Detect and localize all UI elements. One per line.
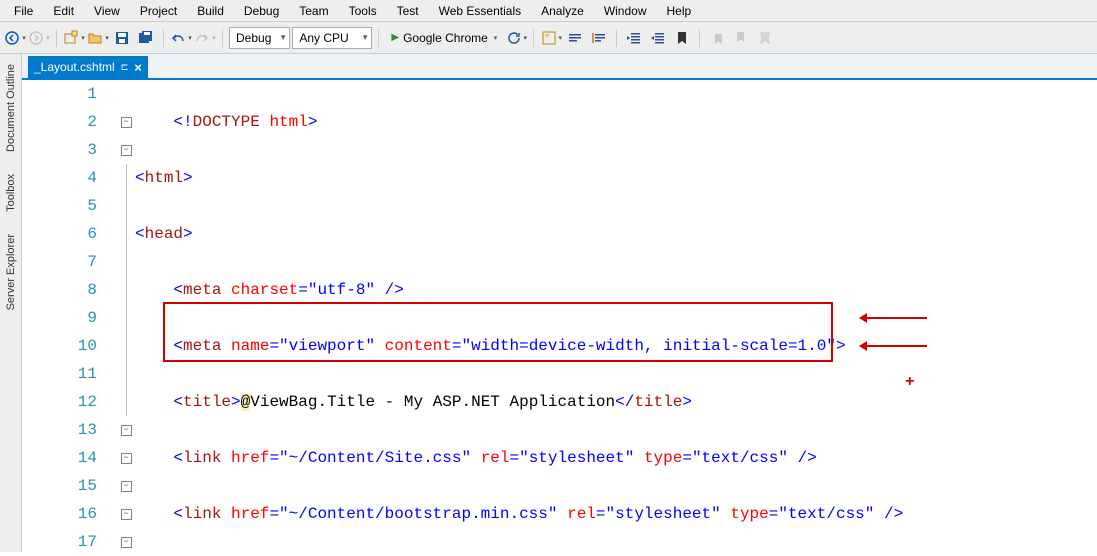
browser-link-refresh-button[interactable]: ▾: [505, 27, 527, 49]
nav-back-button[interactable]: ▾: [4, 27, 26, 49]
solution-config-combo[interactable]: Debug: [229, 27, 290, 49]
menu-window[interactable]: Window: [594, 1, 657, 21]
line-number: 14: [22, 444, 97, 472]
prev-bookmark-button[interactable]: [706, 27, 728, 49]
save-button[interactable]: [111, 27, 133, 49]
menu-analyze[interactable]: Analyze: [531, 1, 594, 21]
menu-web-essentials[interactable]: Web Essentials: [429, 1, 531, 21]
line-number: 4: [22, 164, 97, 192]
side-tab-document-outline[interactable]: Document Outline: [3, 58, 19, 158]
line-number-gutter: 1 2 3 4 5 6 7 8 9 10 11 12 13 14 15 16 1…: [22, 80, 117, 552]
close-icon[interactable]: ×: [134, 60, 142, 75]
pin-icon[interactable]: ⊏: [121, 62, 129, 73]
line-number: 5: [22, 192, 97, 220]
comment-button[interactable]: [564, 27, 586, 49]
run-target-label: Google Chrome: [403, 31, 488, 45]
line-number: 16: [22, 500, 97, 528]
line-number: 2: [22, 108, 97, 136]
line-number: 12: [22, 388, 97, 416]
menu-team[interactable]: Team: [289, 1, 338, 21]
document-tab-well: _Layout.cshtml ⊏ ×: [22, 54, 1097, 78]
fold-toggle-icon[interactable]: −: [121, 117, 132, 128]
open-file-button[interactable]: ▾: [87, 27, 109, 49]
menu-build[interactable]: Build: [187, 1, 234, 21]
separator: [533, 29, 534, 47]
side-tab-toolbox[interactable]: Toolbox: [3, 168, 19, 218]
line-number: 6: [22, 220, 97, 248]
menu-view[interactable]: View: [84, 1, 130, 21]
line-number: 13: [22, 416, 97, 444]
separator: [699, 29, 700, 47]
line-number: 8: [22, 276, 97, 304]
line-number: 9: [22, 304, 97, 332]
separator: [222, 29, 223, 47]
menu-help[interactable]: Help: [657, 1, 702, 21]
file-tab-active[interactable]: _Layout.cshtml ⊏ ×: [28, 56, 148, 78]
side-tool-tabs: Document Outline Toolbox Server Explorer: [0, 54, 22, 552]
new-inline-button[interactable]: ▾: [540, 27, 562, 49]
nav-forward-button[interactable]: ▾: [28, 27, 50, 49]
menu-tools[interactable]: Tools: [339, 1, 387, 21]
menu-edit[interactable]: Edit: [43, 1, 84, 21]
menu-debug[interactable]: Debug: [234, 1, 289, 21]
side-tab-server-explorer[interactable]: Server Explorer: [3, 228, 19, 316]
bookmark-button[interactable]: [671, 27, 693, 49]
save-all-button[interactable]: [135, 27, 157, 49]
clear-bookmarks-button[interactable]: [754, 27, 776, 49]
separator: [163, 29, 164, 47]
line-number: 3: [22, 136, 97, 164]
play-icon: ▶: [391, 32, 399, 43]
next-bookmark-button[interactable]: [730, 27, 752, 49]
fold-toggle-icon[interactable]: −: [121, 509, 132, 520]
line-number: 1: [22, 80, 97, 108]
separator: [56, 29, 57, 47]
fold-toggle-icon[interactable]: −: [121, 481, 132, 492]
decrease-indent-button[interactable]: [623, 27, 645, 49]
redo-button[interactable]: ▾: [194, 27, 216, 49]
separator: [616, 29, 617, 47]
menu-test[interactable]: Test: [387, 1, 429, 21]
code-editor[interactable]: 1 2 3 4 5 6 7 8 9 10 11 12 13 14 15 16 1…: [22, 78, 1097, 552]
file-tab-filename: _Layout.cshtml: [34, 60, 115, 74]
new-project-button[interactable]: ▾: [63, 27, 85, 49]
start-debug-button[interactable]: ▶Google Chrome▾: [385, 27, 503, 49]
uncomment-button[interactable]: [588, 27, 610, 49]
undo-button[interactable]: ▾: [170, 27, 192, 49]
increase-indent-button[interactable]: [647, 27, 669, 49]
menu-file[interactable]: File: [4, 1, 43, 21]
outlining-margin[interactable]: − − − − − − −: [117, 80, 135, 552]
line-number: 11: [22, 360, 97, 388]
line-number: 10: [22, 332, 97, 360]
line-number: 7: [22, 248, 97, 276]
solution-platform-combo[interactable]: Any CPU: [292, 27, 372, 49]
toolbar: ▾ ▾ ▾ ▾ ▾ ▾ Debug Any CPU ▶ Google Chrome…: [0, 22, 1097, 54]
fold-toggle-icon[interactable]: −: [121, 453, 132, 464]
code-text-area[interactable]: <!DOCTYPE html> <html> <head> <meta char…: [135, 80, 1097, 552]
menu-project[interactable]: Project: [130, 1, 187, 21]
annotation-arrow: [867, 317, 927, 319]
fold-toggle-icon[interactable]: −: [121, 537, 132, 548]
fold-toggle-icon[interactable]: −: [121, 425, 132, 436]
separator: [378, 29, 379, 47]
menu-bar: File Edit View Project Build Debug Team …: [0, 0, 1097, 22]
line-number: 15: [22, 472, 97, 500]
fold-toggle-icon[interactable]: −: [121, 145, 132, 156]
